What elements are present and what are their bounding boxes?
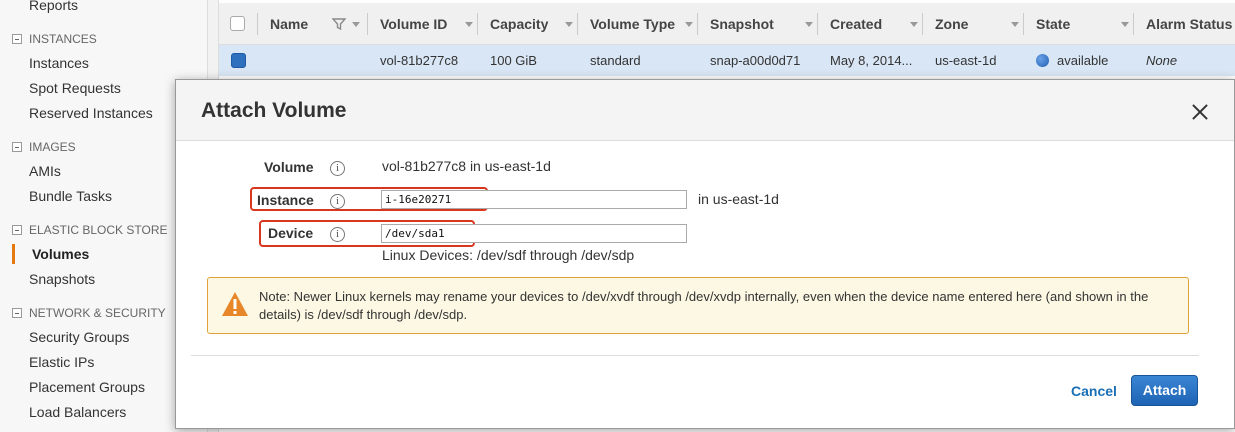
column-header-alarm-status[interactable]: Alarm Status [1146, 3, 1232, 45]
attach-button[interactable]: Attach [1131, 375, 1198, 406]
chevron-down-icon[interactable] [910, 3, 920, 45]
column-separator [477, 13, 478, 35]
cell-created: May 8, 2014... [830, 53, 913, 68]
sidebar-section-network-security[interactable]: NETWORK & SECURITY [12, 306, 166, 320]
instance-label: Instance [257, 192, 314, 208]
close-icon[interactable] [1192, 104, 1208, 120]
info-icon[interactable]: i [330, 161, 345, 176]
sidebar-section-instances[interactable]: INSTANCES [12, 32, 97, 46]
collapse-icon[interactable] [12, 142, 22, 152]
collapse-icon[interactable] [12, 34, 22, 44]
table-header: Name Volume ID Capacity Volume Type Snap… [219, 3, 1235, 45]
instance-zone: in us-east-1d [698, 191, 779, 207]
cell-capacity: 100 GiB [490, 53, 537, 68]
column-header-volume-id[interactable]: Volume ID [380, 3, 447, 45]
sidebar-item-placement-groups[interactable]: Placement Groups [29, 379, 145, 395]
cancel-button[interactable]: Cancel [1071, 383, 1117, 399]
column-separator [817, 13, 818, 35]
row-checkbox[interactable] [231, 53, 246, 68]
column-separator [1023, 13, 1024, 35]
sidebar-item-load-balancers[interactable]: Load Balancers [29, 404, 126, 420]
column-separator [697, 13, 698, 35]
warning-icon [222, 292, 248, 316]
chevron-down-icon[interactable] [685, 3, 695, 45]
dialog-title: Attach Volume [201, 99, 347, 122]
chevron-down-icon[interactable] [1011, 3, 1021, 45]
chevron-down-icon[interactable] [805, 3, 815, 45]
column-separator [1133, 13, 1134, 35]
sidebar-item-reports[interactable]: Reports [29, 0, 78, 13]
sidebar-item-volumes[interactable]: Volumes [32, 246, 89, 262]
volume-value: vol-81b277c8 in us-east-1d [382, 158, 551, 174]
sidebar-section-elastic-block-store[interactable]: ELASTIC BLOCK STORE [12, 223, 168, 237]
cell-volume-id: vol-81b277c8 [380, 53, 459, 68]
column-header-snapshot[interactable]: Snapshot [710, 3, 774, 45]
cell-snapshot: snap-a00d0d71 [710, 53, 801, 68]
select-all-checkbox[interactable] [230, 16, 245, 31]
device-input[interactable] [381, 224, 687, 243]
warning-note: Note: Newer Linux kernels may rename you… [207, 277, 1189, 334]
info-icon[interactable]: i [330, 227, 345, 242]
chevron-down-icon[interactable] [565, 3, 575, 45]
sidebar-section-images[interactable]: IMAGES [12, 140, 76, 154]
sidebar-item-instances[interactable]: Instances [29, 55, 89, 71]
column-header-state[interactable]: State [1036, 3, 1070, 45]
column-header-volume-type[interactable]: Volume Type [590, 3, 675, 45]
status-dot-icon [1036, 54, 1049, 67]
column-separator [577, 13, 578, 35]
column-separator [367, 13, 368, 35]
sidebar-item-snapshots[interactable]: Snapshots [29, 271, 95, 287]
column-separator [922, 13, 923, 35]
column-header-created[interactable]: Created [830, 3, 882, 45]
device-hint: Linux Devices: /dev/sdf through /dev/sdp [382, 247, 635, 263]
chevron-down-icon[interactable] [1121, 3, 1131, 45]
sidebar-item-security-groups[interactable]: Security Groups [29, 329, 129, 345]
column-header-zone[interactable]: Zone [935, 3, 968, 45]
collapse-icon[interactable] [12, 225, 22, 235]
cell-state: available [1036, 45, 1108, 76]
sidebar-item-spot-requests[interactable]: Spot Requests [29, 80, 121, 96]
note-text: Note: Newer Linux kernels may rename you… [259, 289, 1149, 322]
dialog-header: Attach Volume [176, 80, 1234, 141]
table-row[interactable]: vol-81b277c8 100 GiB standard snap-a00d0… [219, 45, 1235, 76]
sidebar-item-bundle-tasks[interactable]: Bundle Tasks [29, 188, 112, 204]
column-separator [257, 13, 258, 35]
cell-zone: us-east-1d [935, 53, 997, 68]
column-header-name[interactable]: Name [270, 3, 308, 45]
column-header-capacity[interactable]: Capacity [490, 3, 548, 45]
filter-icon[interactable] [331, 3, 348, 45]
cell-volume-type: standard [590, 53, 641, 68]
sidebar-item-elastic-ips[interactable]: Elastic IPs [29, 354, 94, 370]
attach-volume-dialog: Attach Volume Volume i vol-81b277c8 in u… [175, 79, 1235, 429]
collapse-icon[interactable] [12, 308, 22, 318]
device-label: Device [268, 225, 314, 241]
volume-label: Volume [264, 159, 314, 175]
sidebar-item-reserved-instances[interactable]: Reserved Instances [29, 105, 153, 121]
active-indicator [12, 244, 15, 264]
divider [191, 355, 1199, 356]
instance-input[interactable] [381, 190, 687, 209]
chevron-down-icon[interactable] [465, 3, 475, 45]
cell-alarm-status: None [1146, 53, 1178, 68]
sidebar-item-amis[interactable]: AMIs [29, 163, 61, 179]
info-icon[interactable]: i [330, 194, 345, 209]
chevron-down-icon[interactable] [352, 3, 362, 45]
